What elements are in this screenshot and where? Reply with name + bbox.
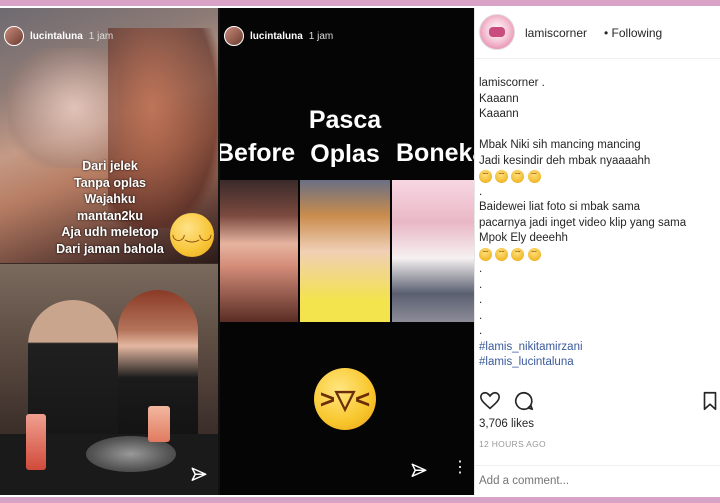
story-screenshot-left: lucintaluna 1 jam Dari jelek Tanpa oplas…	[0, 8, 218, 495]
tired-face-emoji-icon: ˘˘	[479, 247, 492, 261]
caption-line: .	[479, 309, 483, 322]
caption-line: .	[479, 325, 483, 337]
face-shape	[8, 48, 118, 168]
tired-face-emoji-icon: ˘˘	[527, 247, 541, 261]
emoji-row: ˘˘ ˘˘ ˘˘ ˘˘	[479, 169, 715, 185]
drink-glass	[26, 414, 46, 470]
story-caption-line: mantan2ku	[77, 208, 143, 223]
title-line: Oplas	[310, 140, 380, 168]
story-caption-line: Dari jelek	[82, 159, 138, 173]
story-caption-line: Aja udh meletop	[61, 225, 159, 239]
story-caption-line: Wajahku	[84, 192, 136, 206]
story-time: 1 jam	[308, 30, 334, 42]
caption-line: Kaaann	[479, 108, 519, 120]
story-header: lucintaluna 1 jam	[4, 26, 113, 46]
bottom-decorative-stripe	[0, 497, 720, 503]
story-caption: Dari jelek Tanpa oplas Wajahku mantan2ku…	[30, 158, 190, 257]
emoji-row: ˘˘ ˘˘ ˘˘ ˘˘	[479, 247, 715, 263]
doll-photo	[392, 180, 474, 322]
avatar[interactable]	[479, 14, 515, 50]
dinner-photo	[0, 264, 218, 495]
story-username: lucintaluna	[30, 30, 83, 42]
title-line: Pasca	[308, 106, 382, 134]
boneka-label: Boneka	[396, 139, 474, 167]
tired-face-emoji-icon: ˘˘	[527, 170, 541, 183]
post-header: lamiscorner • Following	[475, 8, 720, 59]
send-icon	[191, 467, 207, 481]
send-icon	[411, 463, 427, 477]
drink-glass	[148, 406, 170, 442]
post-timestamp: 12 HOURS AGO	[479, 439, 546, 449]
more-vertical-icon: ⋮	[452, 459, 468, 476]
caption-line: .	[479, 185, 483, 198]
username-link[interactable]: lamiscorner	[525, 26, 587, 40]
caption-line: Mbak Niki sih mancing mancing	[479, 139, 641, 151]
caption-line	[479, 123, 715, 139]
caption-line: pacarnya jadi inget video klip yang sama	[479, 216, 687, 229]
story-screenshot-right: lucintaluna 1 jam Pasca Oplas Before Bon…	[220, 8, 474, 495]
blushing-emoji-icon: ◡‿◡	[170, 213, 214, 257]
caption-line: .	[479, 294, 483, 306]
caption-line: lamiscorner .	[479, 77, 545, 89]
before-label: Before	[220, 139, 296, 167]
comment-bubble-icon[interactable]	[513, 390, 535, 412]
tired-face-emoji-icon: ˘˘	[511, 170, 525, 183]
likes-count[interactable]: 3,706 likes	[479, 418, 534, 430]
comment-bar	[475, 465, 720, 496]
pasca-oplas-title: Pasca Oplas	[290, 103, 400, 171]
story-avatar	[224, 26, 244, 46]
avatar-logo-icon	[489, 27, 505, 37]
caption-line: Jadi kesindir deh mbak nyaaaahh	[479, 154, 651, 167]
bookmark-icon[interactable]	[699, 390, 720, 412]
tired-face-emoji-icon: ˘˘	[511, 247, 525, 261]
caption-line: .	[479, 278, 483, 291]
story-header: lucintaluna 1 jam	[224, 26, 333, 46]
story-caption-line: Dari jaman bahola	[56, 241, 164, 256]
tired-face-emoji-icon: ˘˘	[479, 170, 492, 183]
story-avatar	[4, 26, 24, 46]
story-caption-line: Tanpa oplas	[73, 175, 146, 190]
caption-line: Mpok Ely deeehh	[479, 232, 568, 244]
action-bar	[479, 390, 717, 414]
post-image[interactable]: lucintaluna 1 jam Dari jelek Tanpa oplas…	[0, 8, 474, 495]
post-sidebar: lamiscorner • Following lamiscorner . Ka…	[474, 8, 720, 495]
after-photo	[300, 180, 390, 322]
like-heart-icon[interactable]	[479, 390, 501, 412]
story-time: 1 jam	[88, 30, 114, 42]
caption-line: Baidewei liat foto si mbak sama	[479, 201, 641, 213]
top-decorative-stripe	[0, 0, 720, 6]
caption-line: .	[479, 263, 483, 275]
hashtag-link[interactable]: #lamis_lucintaluna	[479, 355, 715, 371]
story-username: lucintaluna	[250, 30, 303, 42]
caption-line: Kaaann	[479, 92, 519, 105]
tired-face-emoji-icon: ˘˘	[495, 247, 509, 261]
comment-input[interactable]	[479, 473, 679, 489]
tired-face-emoji-icon: ˘˘	[495, 170, 509, 183]
hashtag-link[interactable]: #lamis_nikitamirzani	[479, 340, 715, 356]
following-button[interactable]: • Following	[604, 26, 662, 40]
before-photo	[220, 180, 298, 322]
laughing-emoji-icon: >▽<	[314, 368, 376, 430]
post-caption: lamiscorner . Kaaann Kaaann Mbak Niki si…	[479, 76, 715, 371]
